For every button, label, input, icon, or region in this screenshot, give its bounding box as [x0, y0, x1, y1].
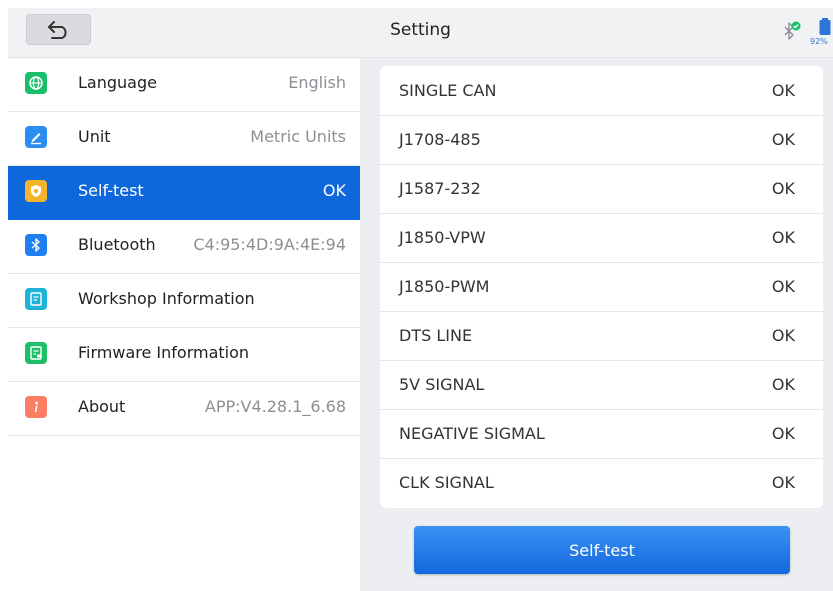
- sidebar-item-label: Bluetooth: [78, 235, 156, 254]
- sidebar-item-unit[interactable]: Unit Metric Units: [8, 112, 360, 166]
- settings-menu: Language English Unit Metric Units Self-…: [8, 58, 360, 591]
- globe-icon: [25, 72, 47, 94]
- title-bar: Setting 92%: [8, 8, 833, 58]
- result-status: OK: [771, 130, 795, 149]
- sidebar-item-label: Self-test: [78, 181, 144, 200]
- result-row: J1850-VPW OK: [380, 213, 823, 263]
- result-row: SINGLE CAN OK: [380, 66, 823, 116]
- info-icon: [25, 396, 47, 418]
- result-name: J1587-232: [399, 179, 481, 198]
- result-name: J1850-PWM: [399, 277, 490, 296]
- sidebar-item-label: Unit: [78, 127, 111, 146]
- result-row: DTS LINE OK: [380, 311, 823, 361]
- sidebar-item-firmware-information[interactable]: Firmware Information: [8, 328, 360, 382]
- result-name: DTS LINE: [399, 326, 473, 345]
- sidebar-item-value: English: [288, 73, 346, 92]
- result-row: J1708-485 OK: [380, 115, 823, 165]
- result-row: J1850-PWM OK: [380, 262, 823, 312]
- sidebar-item-label: Firmware Information: [78, 343, 250, 362]
- result-name: SINGLE CAN: [399, 81, 497, 100]
- result-status: OK: [771, 473, 795, 492]
- sidebar-item-label: Language: [78, 73, 157, 92]
- firmware-doc-icon: [25, 342, 47, 364]
- result-status: OK: [771, 424, 795, 443]
- result-status: OK: [771, 228, 795, 247]
- document-icon: [25, 288, 47, 310]
- result-status: OK: [771, 81, 795, 100]
- self-test-results: SINGLE CAN OK J1708-485 OK J1587-232 OK …: [380, 66, 823, 508]
- result-status: OK: [771, 326, 795, 345]
- settings-screen: Setting 92% Language English Unit Metric…: [8, 8, 833, 591]
- self-test-button[interactable]: Self-test: [414, 526, 790, 574]
- result-status: OK: [771, 179, 795, 198]
- result-row: CLK SIGNAL OK: [380, 458, 823, 507]
- page-title: Setting: [390, 20, 451, 40]
- result-name: 5V SIGNAL: [399, 375, 485, 394]
- result-name: NEGATIVE SIGMAL: [399, 424, 545, 443]
- shield-icon: [25, 180, 47, 202]
- sidebar-item-language[interactable]: Language English: [8, 58, 360, 112]
- sidebar-item-value: Metric Units: [250, 127, 346, 146]
- bluetooth-connected-icon: [784, 21, 801, 40]
- result-status: OK: [771, 375, 795, 394]
- result-name: J1850-VPW: [399, 228, 486, 247]
- sidebar-item-about[interactable]: About APP:V4.28.1_6.68: [8, 382, 360, 436]
- result-name: CLK SIGNAL: [399, 473, 494, 492]
- result-row: 5V SIGNAL OK: [380, 360, 823, 410]
- pencil-icon: [25, 126, 47, 148]
- sidebar-item-bluetooth[interactable]: Bluetooth C4:95:4D:9A:4E:94: [8, 220, 360, 274]
- sidebar-item-value: APP:V4.28.1_6.68: [204, 397, 346, 416]
- sidebar-item-self-test[interactable]: Self-test OK: [8, 166, 360, 220]
- sidebar-item-label: Workshop Information: [78, 289, 255, 308]
- battery-percentage: 92%: [810, 37, 828, 46]
- sidebar-item-value: OK: [322, 181, 346, 200]
- sidebar-item-workshop-information[interactable]: Workshop Information: [8, 274, 360, 328]
- sidebar-item-value: C4:95:4D:9A:4E:94: [193, 235, 346, 254]
- result-name: J1708-485: [399, 130, 481, 149]
- sidebar-item-label: About: [78, 397, 126, 416]
- bluetooth-icon: [25, 234, 47, 256]
- result-row: NEGATIVE SIGMAL OK: [380, 409, 823, 459]
- result-status: OK: [771, 277, 795, 296]
- result-row: J1587-232 OK: [380, 164, 823, 214]
